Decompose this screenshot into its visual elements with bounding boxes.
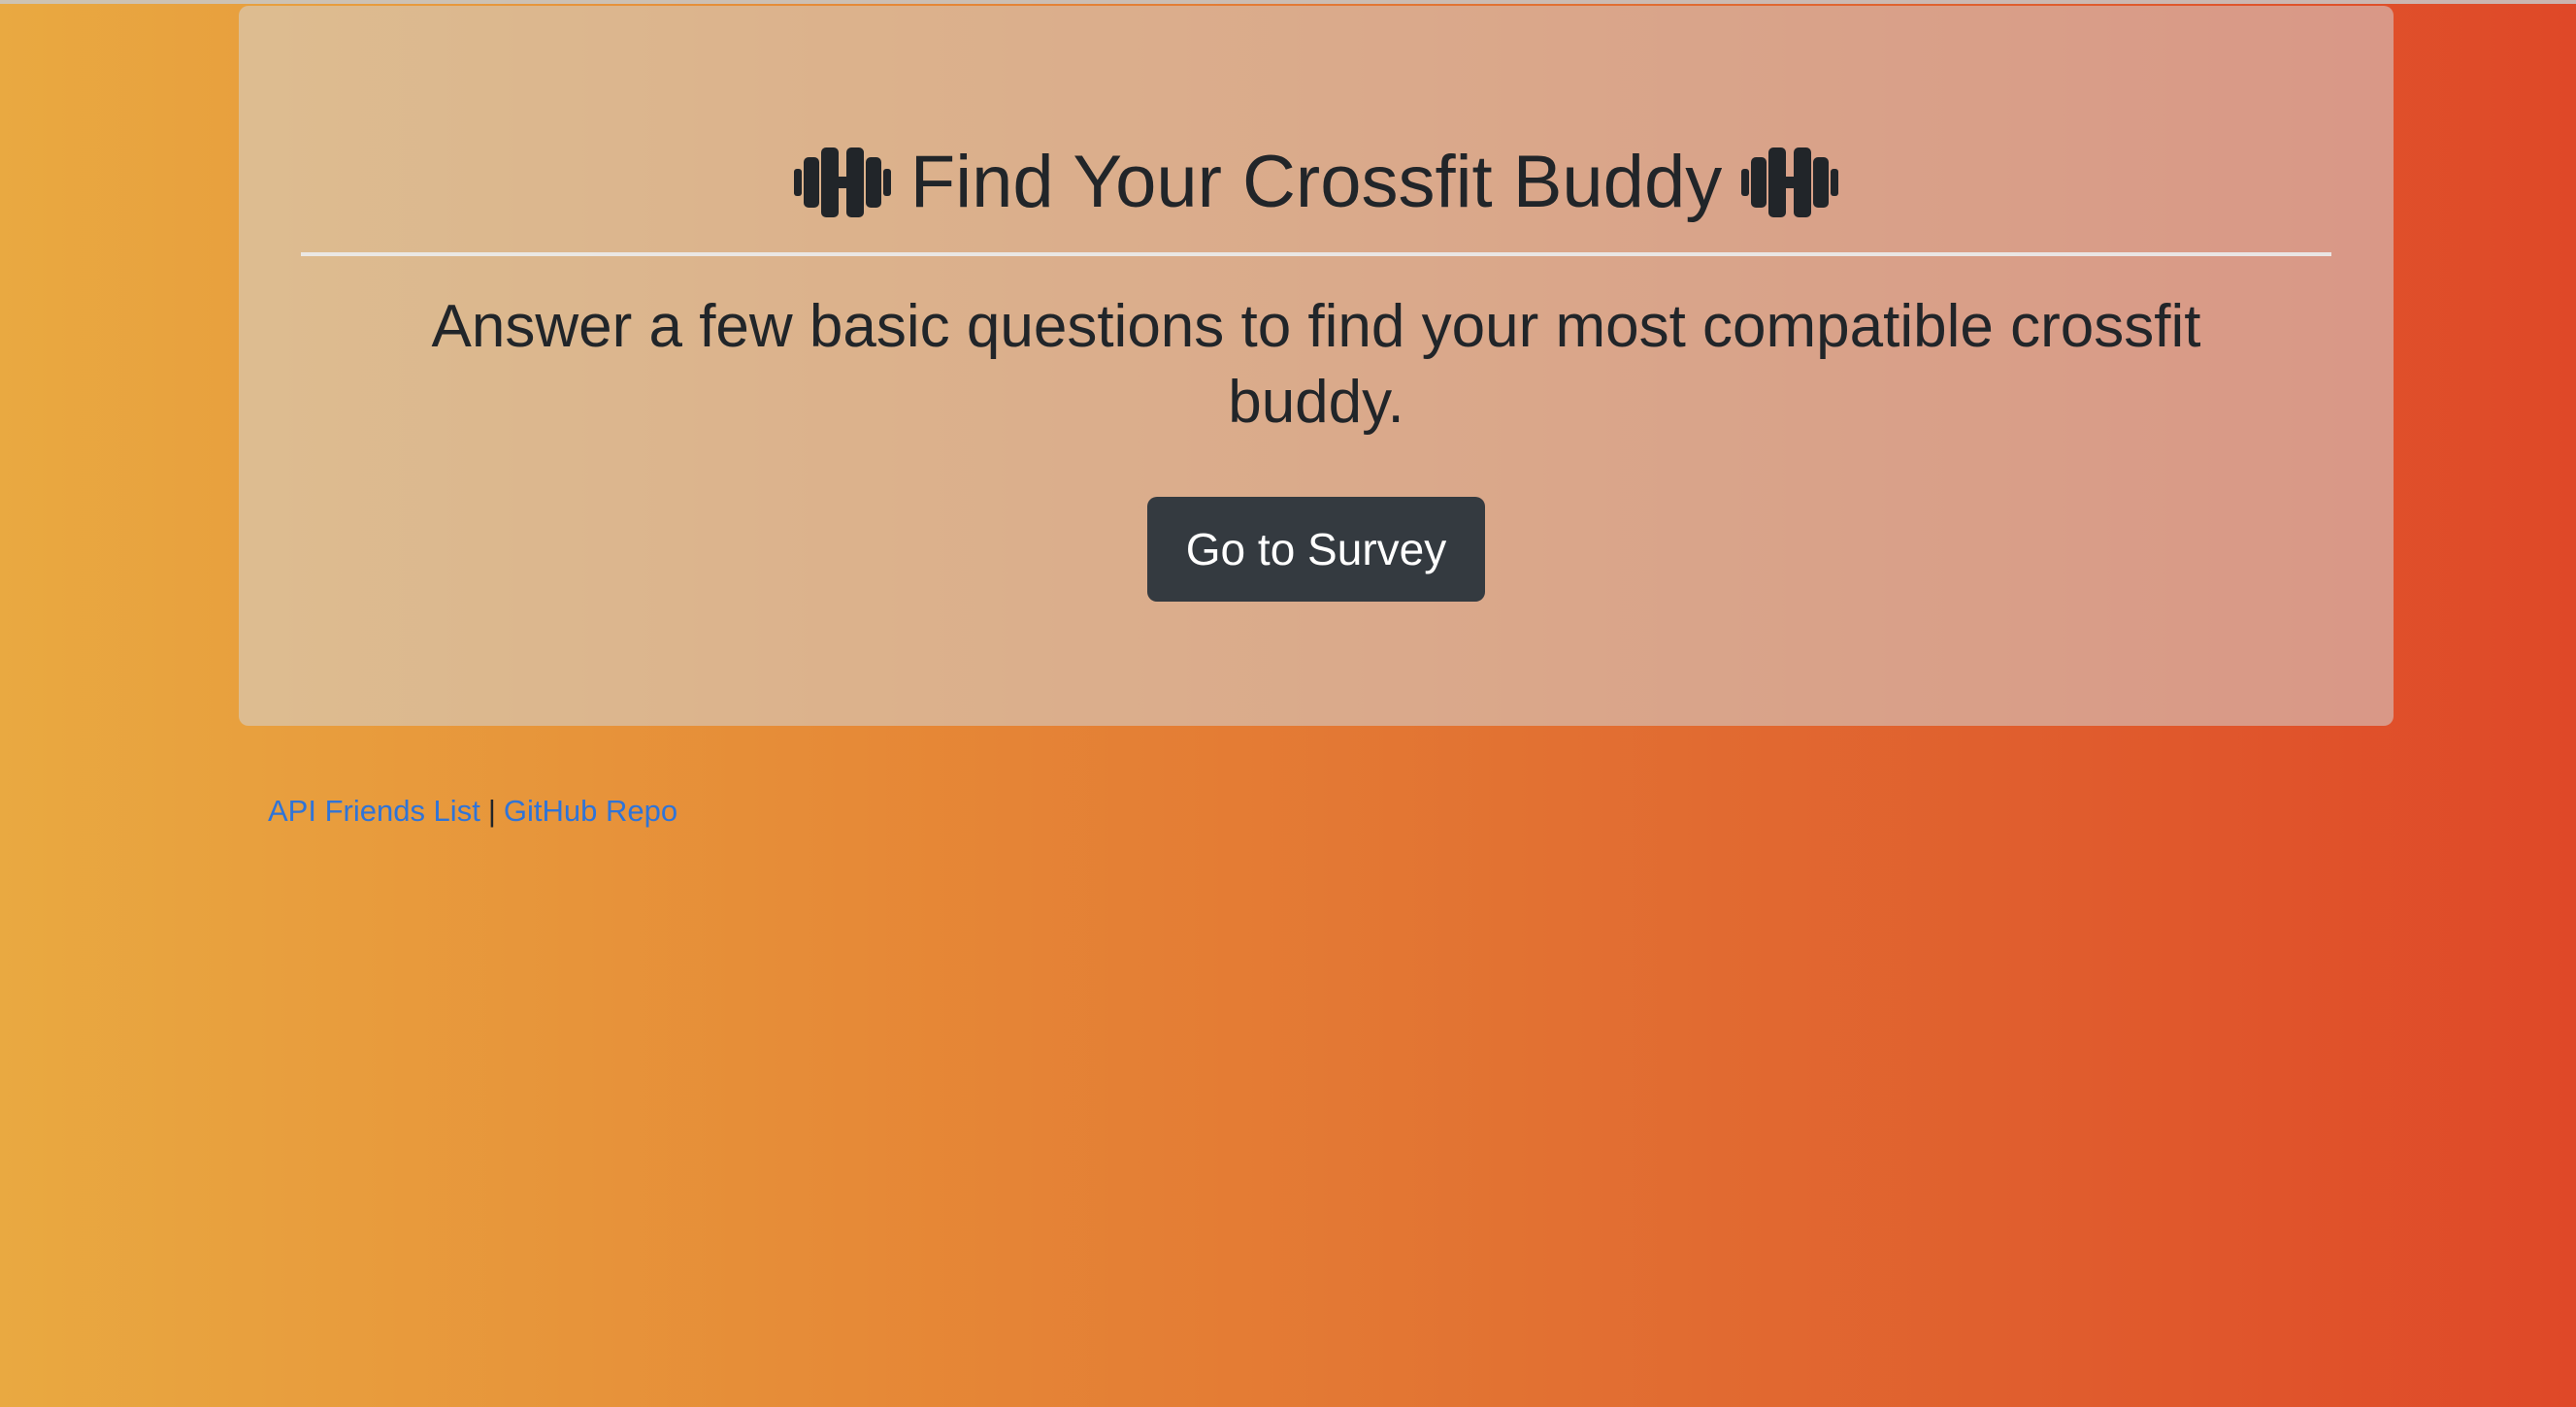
title-row: Find Your Crossfit Buddy — [239, 134, 2394, 231]
api-friends-list-link[interactable]: API Friends List — [268, 794, 480, 828]
dumbbell-icon — [1741, 147, 1839, 217]
link-separator: | — [487, 794, 496, 828]
cta-container: Go to Survey — [239, 497, 2394, 602]
go-to-survey-button[interactable]: Go to Survey — [1147, 497, 1485, 602]
footer-links: API Friends List | GitHub Repo — [268, 788, 677, 834]
top-rule — [0, 0, 2576, 4]
github-repo-link[interactable]: GitHub Repo — [504, 794, 677, 828]
title-divider — [301, 252, 2331, 256]
subtitle: Answer a few basic questions to find you… — [431, 293, 2201, 436]
dumbbell-icon — [793, 147, 891, 217]
hero-panel: Find Your Crossfit Buddy Answer a few ba… — [239, 6, 2394, 726]
page-title: Find Your Crossfit Buddy — [909, 141, 1723, 223]
